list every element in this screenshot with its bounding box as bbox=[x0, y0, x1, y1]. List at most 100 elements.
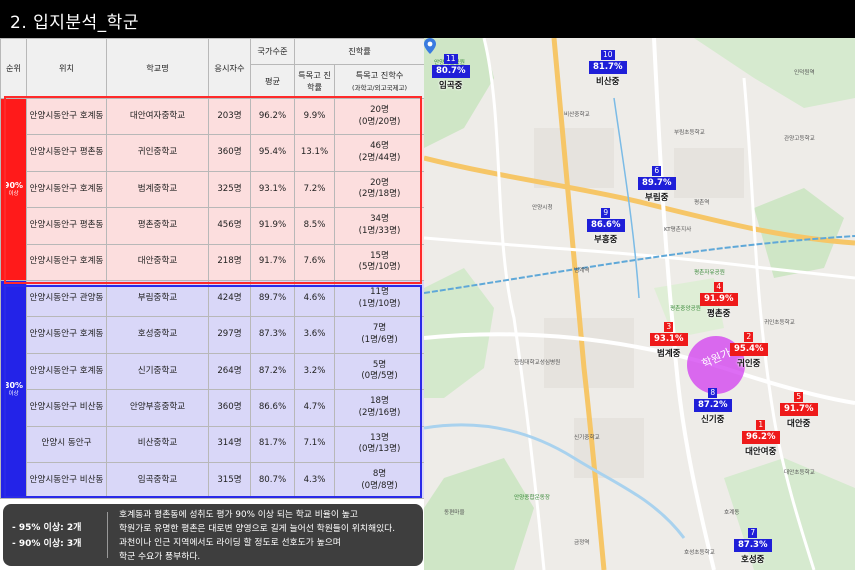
cell-rate: 7.1% bbox=[294, 425, 335, 463]
marker-number: 8 bbox=[708, 388, 718, 398]
cell-rate: 3.6% bbox=[294, 316, 335, 354]
count-total: 5명 bbox=[372, 359, 387, 370]
cell-avg: 89.7% bbox=[250, 279, 295, 318]
cell-school: 부림중학교 bbox=[106, 279, 209, 318]
cell-avg: 80.7% bbox=[250, 461, 295, 500]
cell-school: 임곡중학교 bbox=[106, 461, 209, 500]
map-place-label: 한림대학교성심병원 bbox=[514, 360, 561, 366]
school-district-map[interactable]: 비산중학교 안양예술공원 평촌역 범계역 관양고등학교 귀인초등학교 안양시청 … bbox=[424, 38, 855, 570]
rank-cell-80: 80% 이상 bbox=[0, 279, 27, 500]
rank-sub: 이상 bbox=[8, 190, 19, 197]
cell-school: 신기중학교 bbox=[106, 352, 209, 391]
cell-count: 20명 (2명/18명) bbox=[333, 170, 426, 209]
cell-school: 호성중학교 bbox=[106, 316, 209, 354]
count-total: 18명 bbox=[370, 396, 389, 407]
count-detail: (1명/6명) bbox=[361, 335, 398, 346]
count-detail: (0명/13명) bbox=[358, 444, 401, 455]
marker-number: 1 bbox=[756, 420, 766, 430]
count-total: 34명 bbox=[370, 214, 389, 225]
cell-count: 5명 (0명/5명) bbox=[333, 352, 426, 391]
cell-applicants: 218명 bbox=[208, 243, 251, 281]
cell-applicants: 424명 bbox=[208, 279, 251, 318]
count-detail: (2명/16명) bbox=[358, 407, 401, 418]
header-advancement-group: 진학률 bbox=[293, 38, 426, 65]
page-title: 2. 입지분석_학군 bbox=[10, 13, 139, 33]
count-detail: (0명/20명) bbox=[358, 116, 401, 127]
cell-avg: 95.4% bbox=[250, 134, 295, 172]
cell-rate: 7.2% bbox=[294, 170, 335, 209]
header-location: 위치 bbox=[26, 38, 107, 99]
map-place-label: 평촌역 bbox=[694, 200, 710, 206]
cell-rate: 8.5% bbox=[294, 207, 335, 245]
school-marker[interactable]: 11 80.7% 임곡중 bbox=[432, 46, 470, 91]
header-special-count-label: 특목고 진학수 bbox=[355, 70, 404, 81]
cell-location: 안양시동안구 평촌동 bbox=[26, 134, 107, 172]
marker-percent: 91.9% bbox=[700, 293, 738, 306]
table-row: 안양시동안구 평촌동 평촌중학교 456명 91.9% 8.5% 34명 (1명/… bbox=[1, 207, 426, 245]
school-marker[interactable]: 6 89.7% 부림중 bbox=[638, 158, 676, 203]
count-detail: (1명/33명) bbox=[358, 225, 401, 236]
marker-school-name: 평촌중 bbox=[707, 309, 731, 319]
table-row: 90% 이상 안양시동안구 호계동 대안여자중학교 203명 96.2% 9.9%… bbox=[0, 97, 426, 281]
cell-location: 안양시동안구 평촌동 bbox=[26, 207, 107, 245]
school-marker[interactable]: 1 96.2% 대안여중 bbox=[742, 412, 780, 457]
school-marker[interactable]: 5 91.7% 대안중 bbox=[780, 384, 818, 429]
school-table-section: 순위 위치 학교명 응시자수 국가수준 진학률 평균 특목고 진학률 특목고 진… bbox=[0, 38, 426, 500]
header-national-group: 국가수준 bbox=[250, 38, 295, 65]
rank-cell-90: 90% 이상 bbox=[0, 98, 27, 281]
count-detail: (2명/18명) bbox=[358, 189, 401, 200]
cell-school: 대안중학교 bbox=[106, 243, 209, 281]
cell-school: 비산중학교 bbox=[106, 425, 209, 463]
summary-count-95: - 95% 이상: 2개 bbox=[12, 523, 82, 533]
cell-location: 안양시동안구 비산동 bbox=[26, 461, 107, 500]
marker-school-name: 대안중 bbox=[787, 419, 811, 429]
school-marker[interactable]: 8 87.2% 신기중 bbox=[694, 380, 732, 425]
title-bar: 2. 입지분석_학군 bbox=[0, 0, 855, 38]
count-total: 15명 bbox=[370, 250, 389, 261]
marker-percent: 93.1% bbox=[650, 333, 688, 346]
cell-applicants: 456명 bbox=[208, 207, 251, 245]
marker-percent: 81.7% bbox=[589, 61, 627, 74]
cell-applicants: 315명 bbox=[208, 461, 251, 500]
marker-percent: 89.7% bbox=[638, 177, 676, 190]
cell-rate: 3.2% bbox=[294, 352, 335, 391]
cell-location: 안양시 동안구 bbox=[26, 425, 107, 463]
school-marker[interactable]: 7 87.3% 호성중 bbox=[734, 520, 772, 565]
school-marker[interactable]: 2 95.4% 귀인중 bbox=[730, 324, 768, 369]
marker-number: 6 bbox=[652, 166, 662, 176]
count-total: 13명 bbox=[370, 432, 389, 443]
group-80: 80% 이상 안양시동안구 관양동 부림중학교 424명 89.7% 4.6% 1… bbox=[0, 279, 426, 500]
cell-count: 34명 (1명/33명) bbox=[333, 207, 426, 245]
marker-school-name: 대안여중 bbox=[745, 447, 777, 457]
school-marker[interactable]: 9 86.6% 부흥중 bbox=[587, 200, 625, 245]
cell-school: 안양부흥중학교 bbox=[106, 389, 209, 427]
table-row: 안양시 동안구 비산중학교 314명 81.7% 7.1% 13명 (0명/13명… bbox=[1, 425, 426, 463]
marker-number: 4 bbox=[714, 282, 724, 292]
cell-applicants: 314명 bbox=[208, 425, 251, 463]
header-special-rate: 특목고 진학률 bbox=[294, 64, 335, 99]
cell-avg: 96.2% bbox=[250, 97, 295, 136]
table-row: 80% 이상 안양시동안구 관양동 부림중학교 424명 89.7% 4.6% 1… bbox=[0, 279, 426, 500]
school-marker[interactable]: 4 91.9% 평촌중 bbox=[700, 274, 738, 319]
cell-applicants: 297명 bbox=[208, 316, 251, 354]
marker-school-name: 신기중 bbox=[701, 415, 725, 425]
map-place-label: 금정역 bbox=[574, 540, 590, 546]
school-ranking-table: 순위 위치 학교명 응시자수 국가수준 진학률 평균 특목고 진학률 특목고 진… bbox=[0, 38, 426, 500]
cell-school: 평촌중학교 bbox=[106, 207, 209, 245]
summary-count-90: - 90% 이상: 3개 bbox=[12, 539, 82, 549]
marker-number: 5 bbox=[794, 392, 804, 402]
map-place-label: 부림초등학교 bbox=[674, 130, 705, 136]
marker-percent: 96.2% bbox=[742, 431, 780, 444]
school-marker[interactable]: 3 93.1% 범계중 bbox=[650, 314, 688, 359]
cell-avg: 93.1% bbox=[250, 170, 295, 209]
cell-rate: 4.3% bbox=[294, 461, 335, 500]
cell-count: 7명 (1명/6명) bbox=[333, 316, 426, 354]
school-marker[interactable]: 10 81.7% 비산중 bbox=[589, 42, 627, 87]
map-place-label: 신기중학교 bbox=[574, 435, 600, 441]
table-row: 안양시동안구 호계동 범계중학교 325명 93.1% 7.2% 20명 (2명/… bbox=[1, 170, 426, 209]
rank-label: 80% bbox=[3, 381, 24, 391]
cell-rate: 4.6% bbox=[294, 279, 335, 318]
map-place-label: 호성초등학교 bbox=[684, 550, 715, 556]
map-place-label: 동편마을 bbox=[444, 510, 465, 516]
map-place-label: 안양종합운동장 bbox=[514, 495, 551, 501]
